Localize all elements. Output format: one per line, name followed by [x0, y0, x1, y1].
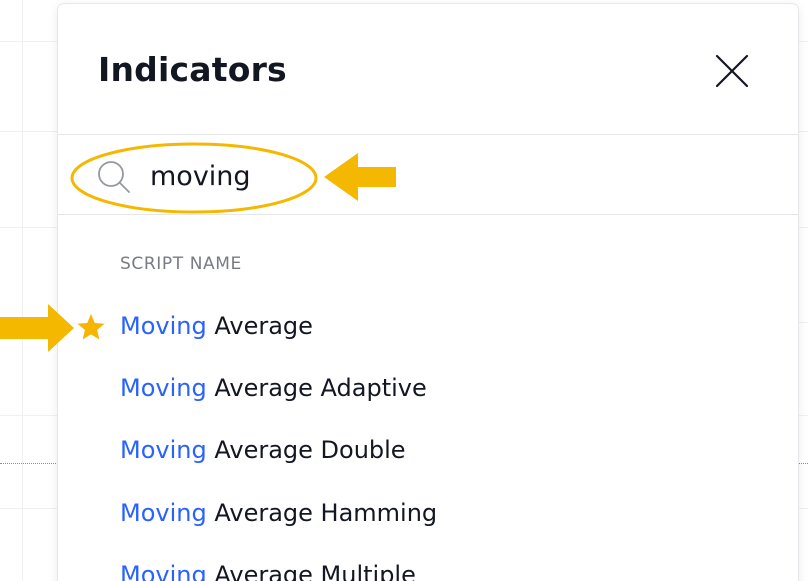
- dialog-title: Indicators: [98, 50, 287, 89]
- result-label: Moving Average Double: [120, 436, 406, 464]
- result-label-rest: Average Hamming: [206, 499, 438, 527]
- result-match-highlight: Moving: [120, 312, 207, 340]
- screenshot-stage: Indicators SCRIPT NAME Moving Average: [0, 0, 808, 581]
- result-label-rest: Average Multiple: [206, 561, 416, 581]
- result-match-highlight: Moving: [120, 374, 207, 402]
- close-button[interactable]: [709, 48, 755, 94]
- search-bar: [58, 135, 798, 215]
- search-input[interactable]: [150, 153, 710, 199]
- result-item-moving-average-hamming[interactable]: Moving Average Hamming: [88, 491, 788, 539]
- favorite-star-icon[interactable]: [76, 312, 106, 342]
- result-label: Moving Average Adaptive: [120, 374, 427, 402]
- result-item-moving-average-adaptive[interactable]: Moving Average Adaptive: [88, 366, 788, 414]
- result-label-rest: Average: [206, 312, 313, 340]
- result-item-moving-average-double[interactable]: Moving Average Double: [88, 428, 788, 476]
- dialog-header: Indicators: [58, 4, 798, 135]
- result-item-moving-average-multiple[interactable]: Moving Average Multiple: [88, 553, 788, 581]
- result-label-rest: Average Double: [206, 436, 406, 464]
- result-label: Moving Average Multiple: [120, 561, 416, 581]
- results-section-header: SCRIPT NAME: [120, 254, 242, 274]
- close-icon: [715, 54, 749, 88]
- result-label: Moving Average Hamming: [120, 499, 437, 527]
- chart-grid-line: [22, 0, 23, 581]
- result-match-highlight: Moving: [120, 561, 207, 581]
- result-item-moving-average[interactable]: Moving Average: [77, 304, 788, 352]
- search-icon: [98, 161, 130, 193]
- result-match-highlight: Moving: [120, 499, 207, 527]
- result-match-highlight: Moving: [120, 436, 207, 464]
- result-label-rest: Average Adaptive: [206, 374, 427, 402]
- indicators-dialog: Indicators SCRIPT NAME Moving Average: [58, 4, 798, 581]
- result-label: Moving Average: [120, 312, 313, 340]
